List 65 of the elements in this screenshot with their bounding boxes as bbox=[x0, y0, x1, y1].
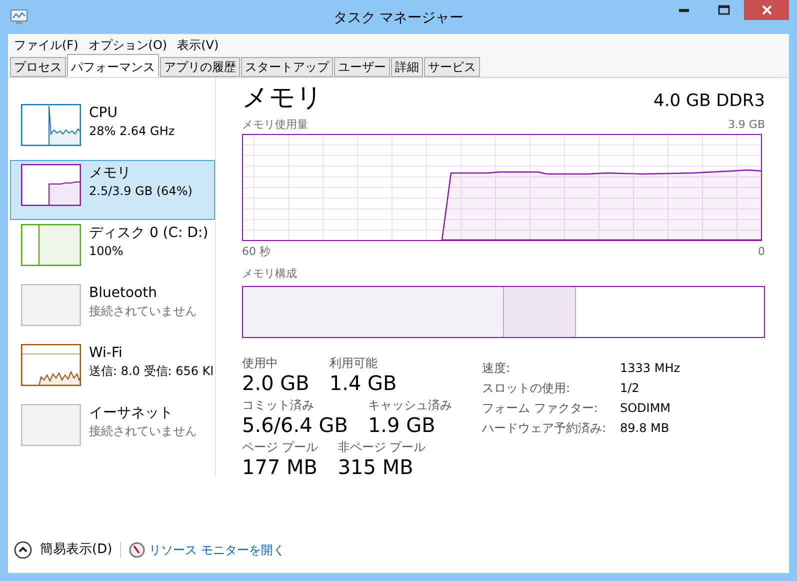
menu-item[interactable]: 表示(V) bbox=[173, 36, 223, 54]
stat-value: 2.0 GB bbox=[242, 370, 310, 394]
device-name: ディスク 0 (C: D:) bbox=[89, 224, 208, 242]
device-name: メモリ bbox=[89, 164, 132, 182]
device-name: Bluetooth bbox=[89, 284, 158, 302]
sidebar-item[interactable]: ディスク 0 (C: D:) 100% bbox=[10, 220, 215, 280]
maximize-icon bbox=[718, 5, 730, 15]
property-label: 速度: bbox=[482, 360, 511, 376]
chart-label: メモリ使用量 bbox=[242, 117, 308, 133]
gauge-icon bbox=[129, 542, 146, 558]
sidebar-item[interactable]: メモリ 2.5/3.9 GB (64%) bbox=[10, 160, 215, 220]
axis-label: 60 秒 bbox=[242, 244, 270, 260]
device-name: CPU bbox=[89, 104, 118, 122]
panel-title: メモリ bbox=[242, 82, 323, 114]
tab[interactable]: パフォーマンス bbox=[67, 54, 159, 77]
axis-label: 0 bbox=[758, 244, 765, 260]
device-status: 2.5/3.9 GB (64%) bbox=[89, 183, 192, 200]
device-name: Wi-Fi bbox=[89, 344, 124, 362]
memory-spec: 4.0 GB DDR3 bbox=[654, 90, 765, 112]
property-label: スロットの使用: bbox=[482, 380, 571, 396]
collapse-button[interactable]: 簡易表示(D) bbox=[14, 540, 112, 560]
stat-label: 非ページ プール bbox=[338, 440, 426, 454]
property-value: 89.8 MB bbox=[620, 420, 670, 436]
chevron-up-icon bbox=[14, 541, 32, 559]
sidebar-item[interactable]: Bluetooth 接続されていません bbox=[10, 280, 215, 340]
minimize-icon bbox=[679, 8, 689, 12]
sidebar-item[interactable]: Wi-Fi 送信: 8.0 受信: 656 Kl bbox=[10, 340, 215, 400]
stat-label: ページ プール bbox=[242, 440, 318, 454]
stat-value: 5.6/6.4 GB bbox=[242, 412, 348, 436]
stat-label: コミット済み bbox=[242, 398, 315, 412]
tab[interactable]: ユーザー bbox=[334, 57, 390, 77]
property-value: 1333 MHz bbox=[620, 360, 680, 376]
stat-label: 使用中 bbox=[242, 356, 279, 370]
sidebar-item[interactable]: CPU 28% 2.64 GHz bbox=[10, 100, 215, 160]
tab[interactable]: プロセス bbox=[10, 57, 66, 77]
resource-monitor-link[interactable]: リソース モニターを開く bbox=[129, 541, 285, 559]
task-manager-icon bbox=[10, 9, 28, 25]
tab[interactable]: 詳細 bbox=[391, 57, 423, 77]
property-value: 1/2 bbox=[620, 380, 640, 396]
chart-label: メモリ構成 bbox=[242, 266, 298, 282]
stat-label: 利用可能 bbox=[329, 356, 378, 370]
close-button[interactable] bbox=[744, 0, 789, 20]
device-status: 100% bbox=[89, 243, 124, 260]
tab[interactable]: スタートアップ bbox=[241, 57, 333, 77]
menu-item[interactable]: オプション(O) bbox=[84, 36, 172, 54]
device-status: 28% 2.64 GHz bbox=[89, 123, 175, 140]
stat-value: 315 MB bbox=[338, 454, 414, 478]
window-title: タスク マネージャー bbox=[333, 9, 464, 28]
tab[interactable]: アプリの履歴 bbox=[160, 57, 240, 77]
device-name: イーサネット bbox=[89, 404, 174, 422]
device-status: 接続されていません bbox=[89, 423, 197, 440]
stat-label: キャッシュ済み bbox=[368, 398, 452, 412]
device-status: 接続されていません bbox=[89, 303, 197, 320]
stat-value: 177 MB bbox=[242, 454, 318, 478]
property-value: SODIMM bbox=[620, 400, 672, 416]
close-icon bbox=[762, 5, 772, 15]
menu-item[interactable]: ファイル(F) bbox=[10, 36, 82, 54]
property-label: フォーム ファクター: bbox=[482, 400, 599, 416]
stat-value: 1.4 GB bbox=[329, 370, 397, 394]
property-label: ハードウェア予約済み: bbox=[482, 420, 607, 436]
device-status: 送信: 8.0 受信: 656 Kl bbox=[89, 363, 214, 380]
chart-max-label: 3.9 GB bbox=[728, 117, 765, 133]
stat-value: 1.9 GB bbox=[368, 412, 436, 436]
tab[interactable]: サービス bbox=[424, 57, 480, 77]
sidebar-item[interactable]: イーサネット 接続されていません bbox=[10, 400, 215, 460]
